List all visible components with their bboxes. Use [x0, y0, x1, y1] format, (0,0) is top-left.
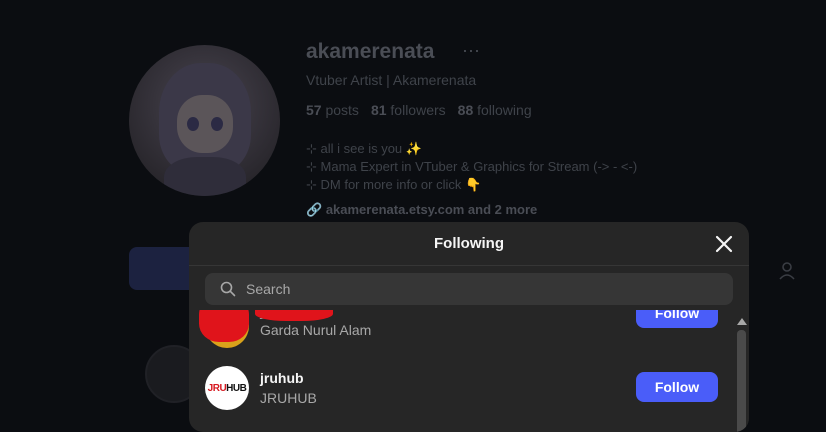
- close-icon[interactable]: [713, 233, 735, 255]
- jruhub-logo: JRUHUB: [207, 382, 247, 394]
- bio-line: ⊹ DM for more info or click 👇: [306, 177, 482, 192]
- add-person-icon: [779, 262, 795, 280]
- scrollbar-thumb[interactable]: [737, 330, 746, 432]
- list-item[interactable]: _ Garda Nurul Alam Follow: [189, 310, 734, 356]
- followers-stat: 81 followers: [370, 102, 446, 118]
- following-stat: 88 following: [457, 102, 532, 118]
- avatar[interactable]: JRUHUB: [205, 366, 249, 410]
- bio-line: ⊹ all i see is you ✨: [306, 141, 422, 156]
- scrollbar[interactable]: [734, 310, 749, 432]
- posts-stat: 57 posts: [306, 102, 359, 118]
- profile-stats: 57 posts 81 followers 88 following: [306, 102, 532, 118]
- scroll-up-arrow-icon[interactable]: [737, 318, 747, 325]
- search-input[interactable]: [244, 280, 718, 298]
- search-icon: [220, 281, 236, 297]
- profile-bio: ⊹ all i see is you ✨ ⊹ Mama Expert in VT…: [306, 140, 637, 194]
- follow-button[interactable]: Follow: [636, 372, 718, 402]
- bio-line: ⊹ Mama Expert in VTuber & Graphics for S…: [306, 159, 638, 174]
- dialog-header: Following: [189, 222, 749, 266]
- follow-button[interactable]: Follow: [636, 310, 718, 328]
- list-item[interactable]: JRUHUB jruhub JRUHUB Follow: [189, 354, 734, 414]
- profile-avatar: [129, 45, 280, 196]
- account-username[interactable]: jruhub: [260, 370, 304, 386]
- redaction-mark: [199, 310, 249, 342]
- account-full-name: Garda Nurul Alam: [260, 322, 372, 338]
- following-dialog: Following _ Garda Nurul Alam Follow JRUH…: [189, 222, 749, 432]
- search-box[interactable]: [205, 273, 733, 305]
- profile-subtitle: Vtuber Artist | Akamerenata: [306, 72, 477, 88]
- profile-username: akamerenata: [306, 40, 435, 63]
- dialog-title: Following: [434, 235, 504, 252]
- following-list: _ Garda Nurul Alam Follow JRUHUB jruhub …: [189, 310, 749, 432]
- profile-link: 🔗 akamerenata.etsy.com and 2 more: [306, 202, 538, 217]
- link-icon: 🔗: [306, 202, 323, 217]
- more-horizontal-icon: ···: [462, 40, 480, 60]
- redaction-mark: [255, 310, 333, 321]
- account-full-name: JRUHUB: [260, 390, 317, 406]
